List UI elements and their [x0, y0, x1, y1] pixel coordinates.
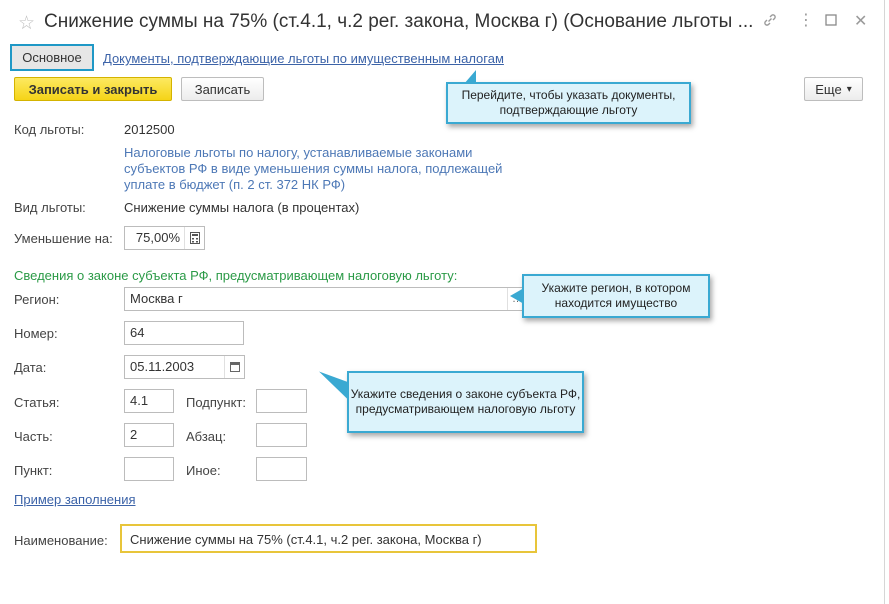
date-label: Дата:: [14, 360, 47, 375]
tab-main[interactable]: Основное: [10, 44, 94, 71]
number-label: Номер:: [14, 326, 58, 341]
reduction-input[interactable]: 75,00%: [124, 226, 205, 250]
code-label: Код льготы:: [14, 122, 85, 137]
maximize-icon[interactable]: [825, 13, 837, 31]
star-icon[interactable]: ☆: [18, 12, 35, 35]
paragraph-input[interactable]: [256, 423, 307, 447]
part-label: Часть:: [14, 429, 53, 444]
article-label: Статья:: [14, 395, 60, 410]
close-icon[interactable]: ✕: [854, 11, 867, 31]
name-value: Снижение суммы на 75% (ст.4.1, ч.2 рег. …: [130, 532, 482, 547]
part-value: 2: [130, 427, 138, 442]
calendar-icon[interactable]: [224, 356, 244, 378]
save-button[interactable]: Записать: [181, 77, 264, 101]
tab-documents[interactable]: Документы, подтверждающие льготы по имущ…: [103, 51, 504, 66]
reduction-value: 75,00%: [135, 230, 180, 245]
subpoint-label: Подпункт:: [186, 395, 246, 410]
type-value: Снижение суммы налога (в процентах): [124, 200, 360, 215]
more-button[interactable]: Еще ▾: [804, 77, 863, 101]
point-label: Пункт:: [14, 463, 53, 478]
form-window: ☆ Снижение суммы на 75% (ст.4.1, ч.2 рег…: [0, 0, 885, 604]
calculator-icon[interactable]: [184, 227, 204, 249]
subpoint-input[interactable]: [256, 389, 307, 413]
code-value: 2012500: [124, 122, 175, 137]
law-section-title: Сведения о законе субъекта РФ, предусмат…: [14, 268, 458, 283]
number-input[interactable]: 64: [124, 321, 244, 345]
other-label: Иное:: [186, 463, 221, 478]
save-close-button[interactable]: Записать и закрыть: [14, 77, 172, 101]
name-input[interactable]: Снижение суммы на 75% (ст.4.1, ч.2 рег. …: [120, 524, 537, 553]
article-value: 4.1: [130, 393, 149, 408]
date-input[interactable]: 05.11.2003: [124, 355, 245, 379]
date-value: 05.11.2003: [130, 359, 195, 374]
point-input[interactable]: [124, 457, 174, 481]
title-bar: ☆ Снижение суммы на 75% (ст.4.1, ч.2 рег…: [0, 0, 885, 44]
window-title: Снижение суммы на 75% (ст.4.1, ч.2 рег. …: [44, 11, 754, 32]
chevron-down-icon: ▾: [846, 83, 852, 95]
region-callout: Укажите регион, в котором находится имущ…: [510, 274, 710, 318]
name-label: Наименование:: [14, 533, 108, 548]
number-value: 64: [130, 325, 145, 340]
documents-callout: Перейдите, чтобы указать документы, подт…: [446, 70, 691, 124]
article-input[interactable]: 4.1: [124, 389, 174, 413]
law-callout: Укажите сведения о законе субъекта РФ, п…: [347, 371, 584, 433]
region-input[interactable]: Москва г …: [124, 287, 528, 311]
reduction-label: Уменьшение на:: [14, 231, 113, 246]
type-label: Вид льготы:: [14, 200, 86, 215]
example-link[interactable]: Пример заполнения: [14, 492, 136, 507]
link-icon[interactable]: [762, 12, 778, 33]
part-input[interactable]: 2: [124, 423, 174, 447]
region-label: Регион:: [14, 292, 60, 307]
more-icon[interactable]: ⋮: [798, 10, 814, 30]
paragraph-label: Абзац:: [186, 429, 227, 444]
more-button-label: Еще: [815, 81, 842, 97]
code-description: Налоговые льготы по налогу, устанавливае…: [124, 145, 503, 192]
other-input[interactable]: [256, 457, 307, 481]
region-value: Москва г: [130, 291, 183, 306]
